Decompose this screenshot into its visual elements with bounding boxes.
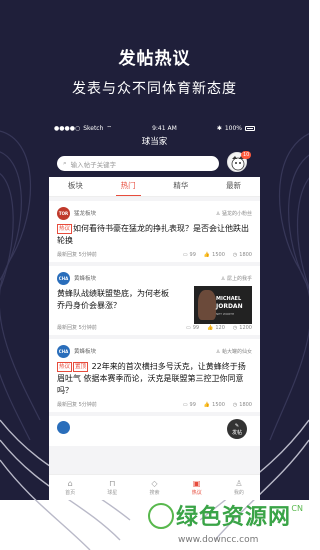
clock-icon: ◷ (232, 251, 238, 258)
subheadline: 发表与众不同体育新态度 (72, 81, 237, 97)
watermark-text: 绿色资源网 (176, 505, 292, 530)
clock-icon: ◷ (232, 401, 238, 408)
hot-tag: 热议 (57, 362, 73, 372)
post-card[interactable]: CHA 黄蜂板块 ♙ 屌上的我乎 黄蜂队战绩联盟垫底，为何老板乔丹身价会暴涨？ … (49, 266, 260, 335)
search-input[interactable]: ⌕ 输入帖子关键字 (57, 156, 219, 171)
board-name[interactable]: 猛龙板块 (74, 209, 96, 217)
search-row: ⌕ 输入帖子关键字 10 (49, 151, 260, 177)
post-title[interactable]: 黄蜂队战绩联盟垫底，为何老板乔丹身价会暴涨？ (57, 288, 175, 312)
app-title: 球当家 (49, 134, 260, 151)
post-author[interactable]: ♙ 蛤大罐的仙女 (216, 348, 252, 355)
comment-count[interactable]: ▭ 99 (186, 325, 199, 331)
status-bar: ●●●●○ Sketch ⌔ 9:41 AM ✱ 100% (49, 122, 260, 134)
view-count: ◷ 1200 (232, 324, 252, 331)
jersey-icon: ⊓ (109, 479, 116, 488)
bluetooth-icon: ✱ (216, 124, 222, 132)
comment-icon: ▭ (186, 324, 191, 331)
view-count: ◷ 1800 (232, 401, 252, 408)
like-count[interactable]: 👍 1500 (204, 252, 225, 258)
battery-icon (245, 125, 255, 131)
new-post-button[interactable]: ✎ 发帖 (227, 419, 247, 439)
thumbs-up-icon: 👍 (203, 401, 211, 408)
comment-icon: ▭ (182, 401, 188, 408)
hot-tag: 热议 (57, 224, 73, 234)
view-count: ◷ 1800 (232, 251, 252, 258)
watermark-logo-icon (148, 503, 174, 529)
like-count[interactable]: 👍 1500 (204, 402, 225, 408)
last-reply-time: 最新回复 5分钟前 (57, 325, 97, 331)
nav-stars[interactable]: ⊓ 球星 (91, 475, 133, 500)
post-title[interactable]: 热议 如何看待书豪在猛龙的挣扎表现？是否会让他跌出轮换 (57, 223, 252, 247)
tab-latest[interactable]: 最新 (207, 177, 260, 196)
signal-icon: ●●●●○ (54, 124, 81, 132)
post-thumbnail[interactable]: MICHAEL JORDAN NET WORTH (194, 286, 252, 324)
comment-icon: ▭ (182, 251, 188, 258)
thumbs-up-icon: 👍 (203, 251, 211, 258)
watermark: 绿色资源网 CN www.downcc.com (148, 497, 309, 550)
comment-count[interactable]: ▭ 99 (183, 402, 196, 408)
tab-bar: 板块 热门 精华 最新 (49, 177, 260, 197)
clock: 9:41 AM (152, 124, 177, 132)
home-icon: ⌂ (67, 479, 73, 488)
post-author[interactable]: ♙ 猛龙的小粉丝 (216, 210, 252, 217)
diamond-icon: ◇ (151, 479, 158, 488)
comment-count[interactable]: ▭ 99 (183, 252, 196, 258)
last-reply-time: 最新回复 5分钟前 (57, 252, 97, 258)
like-count[interactable]: 👍 120 (207, 325, 225, 331)
tab-boards[interactable]: 板块 (49, 177, 102, 196)
clock-icon: ◷ (232, 324, 238, 331)
thumbs-up-icon: 👍 (207, 324, 214, 331)
notification-badge: 10 (241, 151, 252, 159)
battery-percent: 100% (224, 124, 242, 132)
post-title[interactable]: 热议 置顶 22年来的首次横扫多号沃克，让黄蜂终于扬眉吐气 依据本赛季而论，沃克是… (57, 361, 252, 397)
post-author[interactable]: ♙ 屌上的我乎 (221, 275, 252, 282)
carrier: Sketch (83, 124, 104, 132)
post-card[interactable]: CHA 黄蜂板块 ♙ 蛤大罐的仙女 热议 置顶 22年来的首次横扫多号沃克，让黄蜂… (49, 339, 260, 412)
search-icon: ⌕ (63, 159, 67, 167)
watermark-cn: CN (291, 504, 303, 513)
hot-discuss-icon: ▣ (192, 479, 201, 488)
headline: 发帖热议 (118, 49, 191, 69)
team-logo: CHA (57, 344, 70, 358)
board-name[interactable]: 黄蜂板块 (74, 274, 96, 282)
last-reply-time: 最新回复 5分钟前 (57, 402, 97, 408)
search-placeholder: 输入帖子关键字 (70, 160, 117, 169)
team-logo (57, 421, 70, 434)
post-card[interactable]: TOR 猛龙板块 ♙ 猛龙的小粉丝 热议 如何看待书豪在猛龙的挣扎表现？是否会让他… (49, 201, 260, 262)
nav-home[interactable]: ⌂ 首页 (49, 475, 91, 500)
user-icon: ♙ (235, 479, 243, 488)
phone-screen: ●●●●○ Sketch ⌔ 9:41 AM ✱ 100% 球当家 ⌕ 输入帖子… (49, 122, 260, 500)
wifi-icon: ⌔ (106, 125, 113, 132)
pinned-tag: 置顶 (73, 362, 89, 372)
tab-featured[interactable]: 精华 (155, 177, 208, 196)
watermark-url: www.downcc.com (178, 535, 259, 545)
team-logo: CHA (57, 271, 70, 285)
tab-hot[interactable]: 热门 (102, 177, 155, 196)
board-name[interactable]: 黄蜂板块 (74, 347, 96, 355)
team-logo: TOR (57, 206, 70, 220)
